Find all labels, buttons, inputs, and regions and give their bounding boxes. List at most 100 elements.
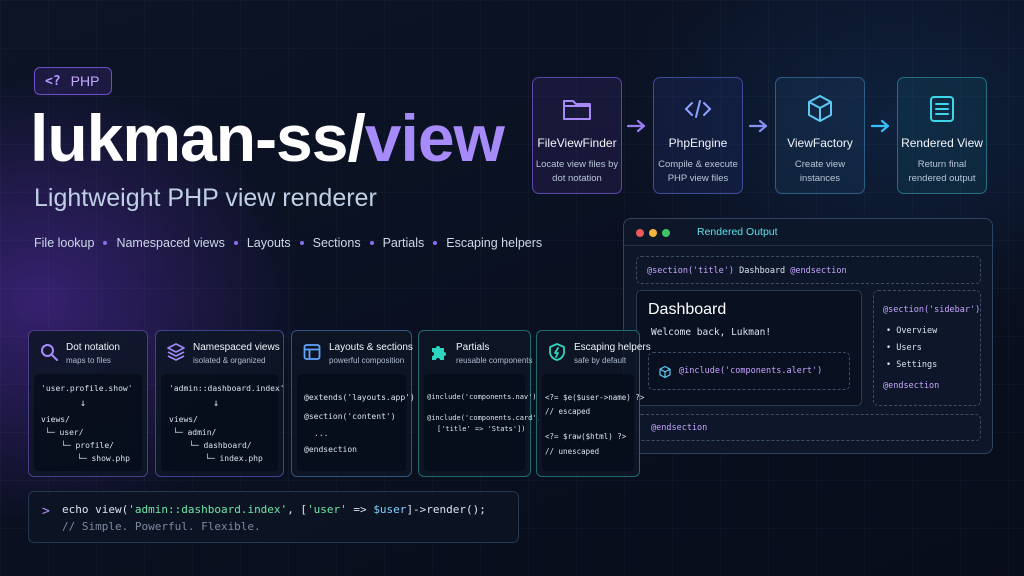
feature-item: Namespaced views bbox=[116, 236, 225, 250]
feature-item: Partials bbox=[382, 236, 425, 250]
minimize-dot[interactable] bbox=[649, 229, 657, 237]
window-titlebar: Rendered Output bbox=[624, 219, 992, 246]
feature-item: Sections bbox=[312, 236, 361, 250]
terminal-comment: // Simple. Powerful. Flexible. bbox=[62, 520, 261, 533]
code-line: @include('components.card', bbox=[427, 414, 541, 422]
code-line: └─ dashboard/ bbox=[189, 441, 252, 450]
card-layouts-sections: Layouts & sections powerful composition … bbox=[291, 330, 415, 477]
pipeline-step-rendered-view: Rendered View Return final rendered outp… bbox=[897, 77, 987, 194]
content-panel: Dashboard Welcome back, Lukman! @include… bbox=[636, 290, 862, 406]
step-name: ViewFactory bbox=[787, 136, 853, 150]
code-line: ... bbox=[314, 429, 329, 438]
code-line: └─ show.php bbox=[77, 454, 130, 463]
card-partials: Partials reusable components @include('c… bbox=[418, 330, 541, 477]
code-line: <?= $raw($html) ?> bbox=[545, 432, 627, 441]
layout-icon bbox=[303, 344, 321, 360]
content-heading: Dashboard bbox=[648, 301, 727, 318]
include-code: @include('components.alert') bbox=[679, 366, 823, 376]
cube-icon bbox=[659, 365, 671, 379]
step-desc: Create view instances bbox=[794, 159, 846, 184]
card-subtitle: isolated & organized bbox=[193, 356, 266, 365]
folder-icon bbox=[563, 100, 591, 120]
title-accent: view bbox=[364, 101, 505, 175]
include-box: @include('components.alert') bbox=[648, 352, 850, 390]
shield-icon bbox=[549, 343, 565, 361]
card-code: @include('components.nav') @include('com… bbox=[424, 374, 541, 471]
title-section-box: @section('title') Dashboard @endsection bbox=[636, 256, 981, 284]
step-desc: Return final rendered output bbox=[908, 159, 976, 184]
sidebar-list-item: • Settings bbox=[886, 360, 938, 370]
code-comment: // unescaped bbox=[545, 447, 600, 456]
bullet-dot bbox=[299, 241, 304, 245]
code-line: ['title' => 'Stats']) bbox=[437, 425, 526, 433]
endsection-code: @endsection bbox=[651, 423, 708, 433]
bullet-dot bbox=[433, 241, 438, 245]
code-line: └─ index.php bbox=[205, 454, 263, 463]
code-line: 'admin::dashboard.index' bbox=[169, 384, 285, 393]
php-tag-icon: <? bbox=[45, 73, 61, 89]
window-title: Rendered Output bbox=[697, 226, 778, 238]
card-title: Layouts & sections bbox=[329, 342, 413, 353]
welcome-text: Welcome back, Lukman! bbox=[651, 327, 772, 338]
rendered-output-window: Rendered Output @section('title') Dashbo… bbox=[623, 218, 993, 454]
code-line: └─ user/ bbox=[45, 428, 84, 437]
pipeline-step-viewfactory: ViewFactory Create view instances bbox=[775, 77, 865, 194]
card-dot-notation: Dot notation maps to files 'user.profile… bbox=[28, 330, 148, 477]
terminal-code-line: echo view('admin::dashboard.index', ['us… bbox=[62, 503, 486, 516]
card-code: 'admin::dashboard.index' ↓ views/ └─ adm… bbox=[161, 374, 285, 471]
sidebar-list-item: • Users bbox=[886, 343, 922, 353]
endsection-box: @endsection bbox=[636, 414, 981, 441]
title-main: lukman-ss/ bbox=[30, 101, 366, 175]
card-code: 'user.profile.show' ↓ views/ └─ user/ └─… bbox=[34, 374, 142, 471]
search-icon bbox=[41, 344, 58, 361]
card-subtitle: maps to files bbox=[66, 356, 111, 365]
step-name: FileViewFinder bbox=[537, 136, 617, 150]
php-badge: <? PHP bbox=[34, 67, 112, 95]
code-line: └─ profile/ bbox=[61, 441, 114, 450]
feature-list: File lookup Namespaced views Layouts Sec… bbox=[34, 236, 542, 250]
card-title: Escaping helpers bbox=[574, 342, 651, 353]
card-namespaced-views: Namespaced views isolated & organized 'a… bbox=[155, 330, 285, 477]
card-title: Dot notation bbox=[66, 342, 120, 353]
maximize-dot[interactable] bbox=[662, 229, 670, 237]
sidebar-section-box: @section('sidebar') • Overview • Users •… bbox=[873, 290, 981, 406]
code-comment: // escaped bbox=[545, 407, 591, 416]
title-section-code: @section('title') Dashboard @endsection bbox=[647, 266, 847, 276]
down-arrow-icon: ↓ bbox=[80, 398, 87, 409]
card-code: @extends('layouts.app') @section('conten… bbox=[297, 374, 415, 471]
card-title: Partials bbox=[456, 342, 490, 353]
arrow-right-icon bbox=[748, 119, 768, 133]
code-terminal: > echo view('admin::dashboard.index', ['… bbox=[28, 491, 519, 543]
prompt-chevron-icon: > bbox=[42, 504, 50, 519]
sidebar-section-open: @section('sidebar') bbox=[883, 305, 981, 315]
bullet-dot bbox=[369, 241, 374, 245]
close-dot[interactable] bbox=[636, 229, 644, 237]
code-line: @include('components.nav') bbox=[427, 393, 537, 401]
php-badge-label: PHP bbox=[70, 73, 100, 89]
card-subtitle: safe by default bbox=[574, 356, 627, 365]
code-line: 'user.profile.show' bbox=[41, 384, 133, 393]
code-icon bbox=[684, 100, 712, 118]
feature-item: Escaping helpers bbox=[446, 236, 543, 250]
layers-icon bbox=[167, 343, 185, 361]
bullet-dot bbox=[103, 241, 108, 245]
card-escaping-helpers: Escaping helpers safe by default <?= $e(… bbox=[536, 330, 651, 477]
step-name: PhpEngine bbox=[668, 136, 728, 150]
sidebar-list-item: • Overview bbox=[886, 326, 938, 336]
code-line: views/ bbox=[169, 415, 198, 424]
arrow-right-icon bbox=[626, 119, 646, 133]
code-line: views/ bbox=[41, 415, 70, 424]
card-subtitle: reusable components bbox=[456, 356, 533, 365]
pipeline-step-phpengine: PhpEngine Compile & execute PHP view fil… bbox=[653, 77, 743, 194]
step-name: Rendered View bbox=[901, 136, 983, 150]
code-line: @endsection bbox=[304, 445, 357, 454]
card-code: <?= $e($user->name) ?> // escaped <?= $r… bbox=[542, 374, 644, 471]
pipeline-step-fileviewfinder: FileViewFinder Locate view files by dot … bbox=[532, 77, 622, 194]
down-arrow-icon: ↓ bbox=[213, 398, 220, 409]
page-subtitle: Lightweight PHP view renderer bbox=[34, 184, 377, 212]
card-subtitle: powerful composition bbox=[329, 356, 405, 365]
code-line: <?= $e($user->name) ?> bbox=[545, 393, 645, 402]
sidebar-section-close: @endsection bbox=[883, 381, 940, 391]
arrow-right-icon bbox=[870, 119, 890, 133]
feature-item: Layouts bbox=[246, 236, 291, 250]
